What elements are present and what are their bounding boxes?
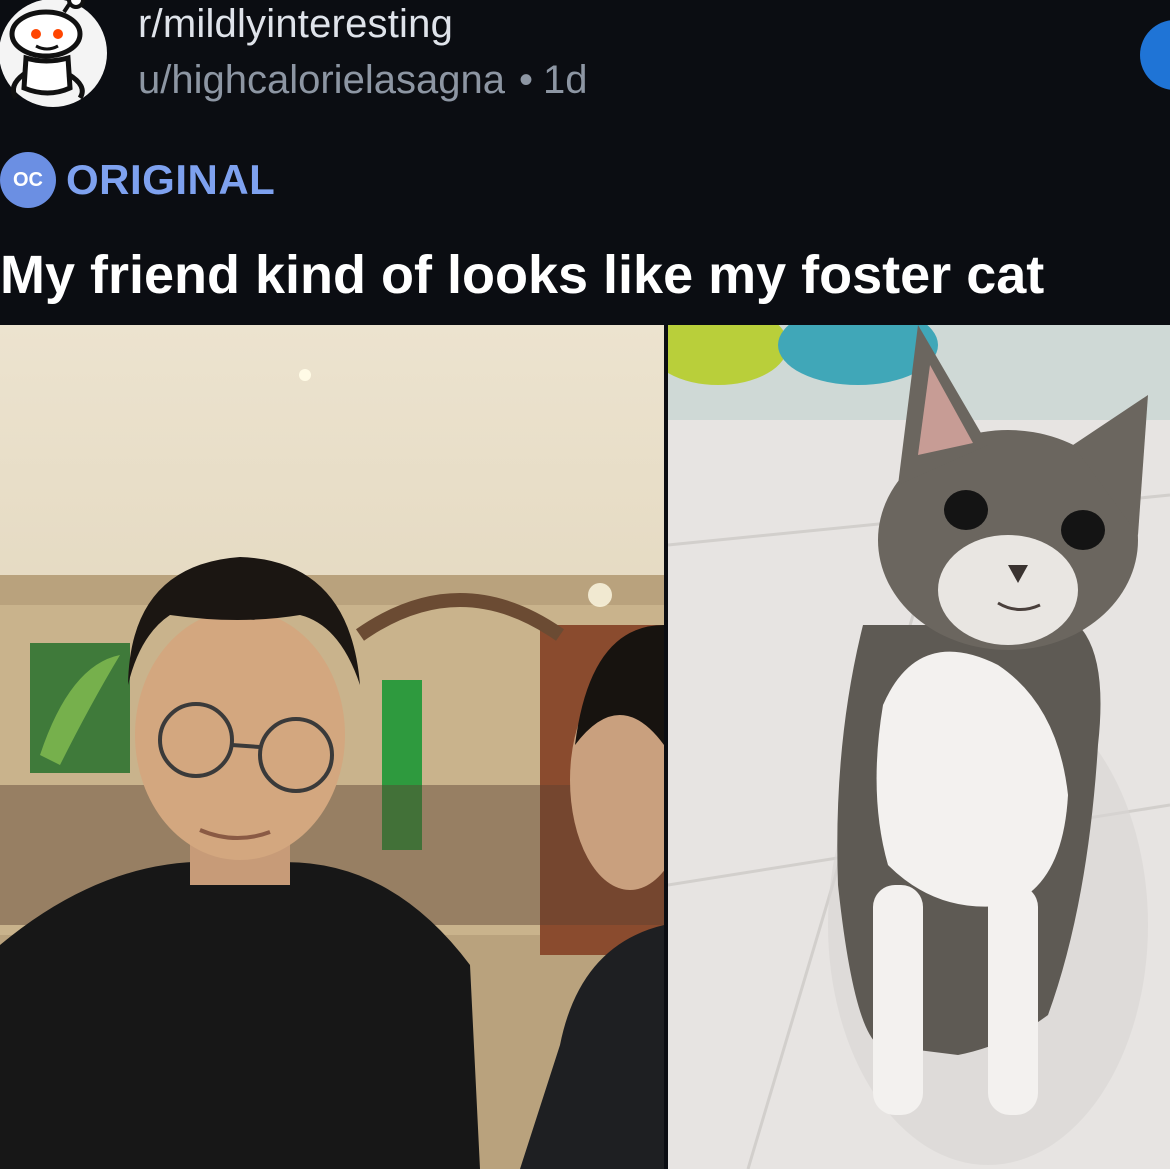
post-meta: u/highcalorielasagna • 1d — [138, 58, 587, 103]
oc-badge: OC — [0, 152, 56, 208]
post-header: r/mildlyinteresting u/highcalorielasagna… — [0, 0, 1170, 325]
post-flair[interactable]: OC ORIGINAL — [0, 152, 275, 208]
post-title[interactable]: My friend kind of looks like my foster c… — [0, 244, 1044, 306]
subreddit-name[interactable]: r/mildlyinteresting — [138, 2, 453, 47]
author-link[interactable]: u/highcalorielasagna — [138, 58, 505, 102]
post-age: 1d — [542, 58, 588, 102]
post-image[interactable] — [0, 325, 1170, 1169]
meta-separator: • — [518, 58, 533, 102]
reddit-snoo-icon — [0, 0, 107, 107]
subreddit-avatar[interactable] — [0, 0, 108, 108]
cat-photo — [668, 325, 1170, 1169]
join-button[interactable] — [1140, 20, 1170, 90]
flair-label: ORIGINAL — [66, 156, 276, 203]
friend-photo — [0, 325, 664, 1169]
